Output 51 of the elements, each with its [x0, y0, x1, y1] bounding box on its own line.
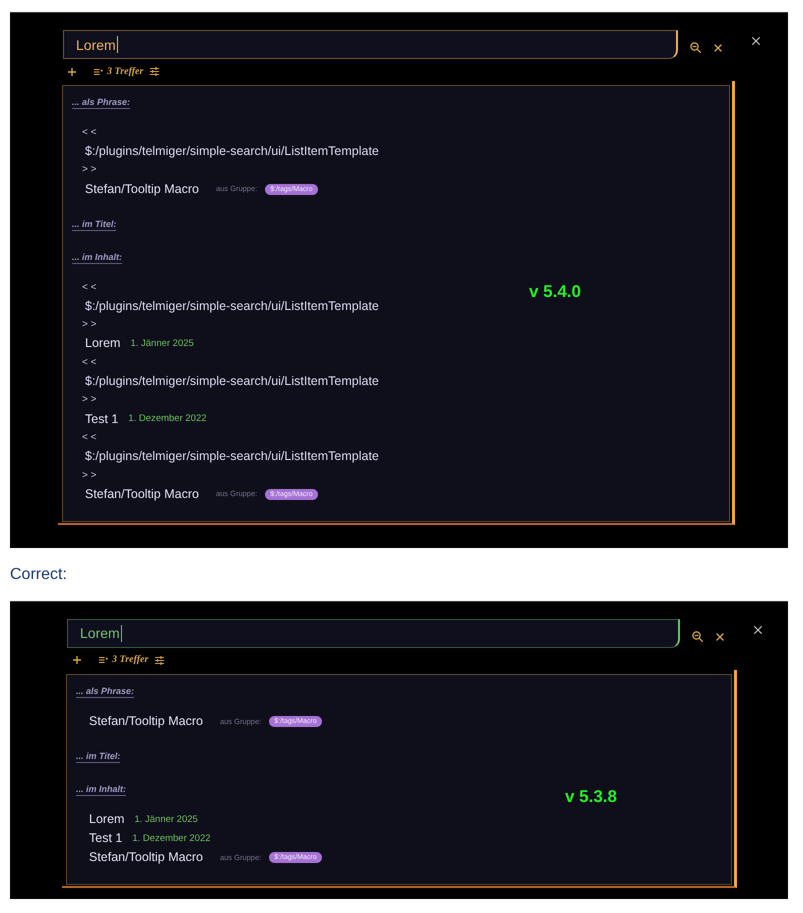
sliders-icon[interactable] [155, 656, 164, 665]
close-icon[interactable] [752, 37, 760, 45]
template-path: $:/plugins/telmiger/simple-search/ui/ListItemTemplate [85, 374, 379, 390]
bracket-marker: > > [82, 470, 96, 482]
result-link[interactable]: Stefan/Tooltip Macro [85, 486, 199, 502]
template-path: $:/plugins/telmiger/simple-search/ui/ListItemTemplate [85, 144, 379, 160]
result-date: 1. Jänner 2025 [130, 338, 194, 350]
list-icon [94, 68, 103, 74]
result-link[interactable]: Stefan/Tooltip Macro [85, 182, 199, 197]
clear-icon[interactable] [714, 44, 722, 52]
bracket-marker: < < [82, 282, 96, 294]
section-heading: ... im Titel: [72, 218, 116, 231]
result-date: 1. Dezember 2022 [132, 832, 211, 845]
bracket-marker: < < [82, 126, 96, 139]
result-link[interactable]: Stefan/Tooltip Macro [89, 714, 203, 730]
search-icon[interactable] [690, 42, 701, 53]
result-link[interactable]: Test 1 [85, 412, 118, 427]
bracket-marker: > > [82, 164, 96, 176]
sliders-icon[interactable] [150, 67, 160, 76]
result-link[interactable]: Stefan/Tooltip Macro [89, 850, 203, 866]
plus-icon[interactable] [73, 656, 81, 664]
result-date: 1. Dezember 2022 [128, 413, 207, 426]
plus-icon[interactable] [68, 68, 76, 76]
results-count-button[interactable]: 3 Treffer [99, 654, 148, 666]
section-heading: ... im Inhalt: [72, 252, 122, 264]
clear-icon[interactable] [716, 632, 724, 641]
result-date: 1. Jänner 2025 [134, 814, 198, 826]
list-icon [99, 657, 108, 664]
caption-text: Correct: [10, 564, 67, 585]
template-path: $:/plugins/telmiger/simple-search/ui/ListItemTemplate [85, 298, 379, 314]
section-heading: ... als Phrase: [72, 97, 130, 109]
result-link[interactable]: Lorem [89, 812, 124, 828]
search-field[interactable]: Lorem [67, 618, 680, 648]
template-path: $:/plugins/telmiger/simple-search/ui/ListItemTemplate [85, 449, 379, 464]
result-link[interactable]: Test 1 [89, 831, 122, 846]
result-link[interactable]: Lorem [85, 336, 120, 352]
search-icon[interactable] [692, 630, 703, 642]
version-label: v 5.3.8 [565, 786, 617, 807]
text-cursor-icon [120, 624, 122, 642]
results-count-button[interactable]: 3 Treffer [94, 66, 144, 78]
text-cursor-icon [116, 36, 118, 53]
section-heading: ... im Titel: [76, 751, 120, 764]
version-label: v 5.4.0 [529, 282, 581, 302]
bracket-marker: < < [82, 432, 96, 444]
section-heading: ... als Phrase: [76, 686, 134, 698]
bracket-marker: > > [82, 319, 96, 332]
close-icon[interactable] [754, 626, 762, 634]
search-field[interactable]: Lorem [63, 30, 678, 59]
section-heading: ... im Inhalt: [76, 784, 126, 796]
bracket-marker: < < [82, 356, 96, 369]
bracket-marker: > > [82, 394, 96, 406]
